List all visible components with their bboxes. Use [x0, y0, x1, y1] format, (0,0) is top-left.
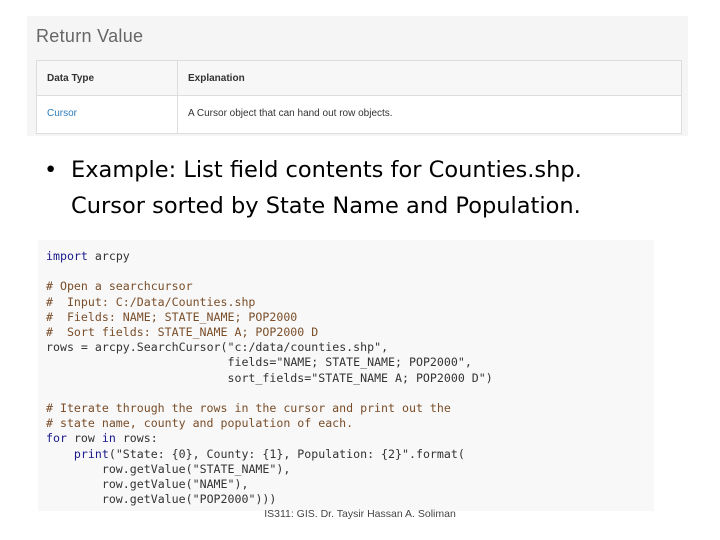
bullet-line-2: Cursor sorted by State Name and Populati…: [71, 193, 581, 219]
code-line: rows = arcpy.SearchCursor("c:/data/count…: [46, 340, 389, 355]
table-header-row: [37, 61, 681, 96]
return-value-title: Return Value: [36, 26, 144, 46]
header-data-type: Data Type: [47, 73, 95, 84]
cursor-explanation: A Cursor object that can hand out row ob…: [188, 108, 393, 119]
code-line: row.getValue("NAME"),: [101, 477, 249, 492]
code-block: import arcpy # Open a searchcursor # Inpu…: [38, 240, 654, 511]
header-explanation: Explanation: [188, 73, 245, 84]
slide-footer: IS311: GIS. Dr. Taysir Hassan A. Soliman: [264, 508, 456, 520]
bullet-dot-icon: •: [44, 157, 58, 183]
code-line: sort_fields="STATE_NAME A; POP2000 D"): [227, 370, 493, 385]
code-line: print("State: {0}, County: {1}, Populati…: [73, 446, 465, 461]
code-listing: import arcpy # Open a searchcursor # Inpu…: [46, 249, 493, 507]
cursor-link[interactable]: Cursor: [47, 108, 77, 120]
code-line: # state name, county and population of e…: [46, 416, 354, 431]
code-line: row.getValue("POP2000"))): [101, 492, 277, 507]
bullet-line-1: Example: List field contents for Countie…: [71, 157, 582, 183]
code-line: # Iterate through the rows in the cursor…: [46, 401, 451, 416]
code-line: import arcpy: [46, 249, 130, 263]
return-value-table: Data Type Explanation Cursor A Cursor ob…: [36, 60, 682, 134]
code-line: # Input: C:/Data/Counties.shp: [46, 294, 256, 309]
code-line: fields="NAME; STATE_NAME; POP2000",: [227, 355, 472, 370]
code-line: # Fields: NAME; STATE_NAME; POP2000: [46, 309, 298, 324]
code-line: # Open a searchcursor: [46, 279, 193, 294]
return-value-panel: Return Value Data Type Explanation Curso…: [27, 16, 688, 136]
column-divider: [177, 61, 178, 133]
code-line: # Sort fields: STATE_NAME A; POP2000 D: [46, 325, 319, 340]
code-line: for row in rows:: [46, 431, 158, 446]
code-line: row.getValue("STATE_NAME"),: [101, 461, 291, 476]
